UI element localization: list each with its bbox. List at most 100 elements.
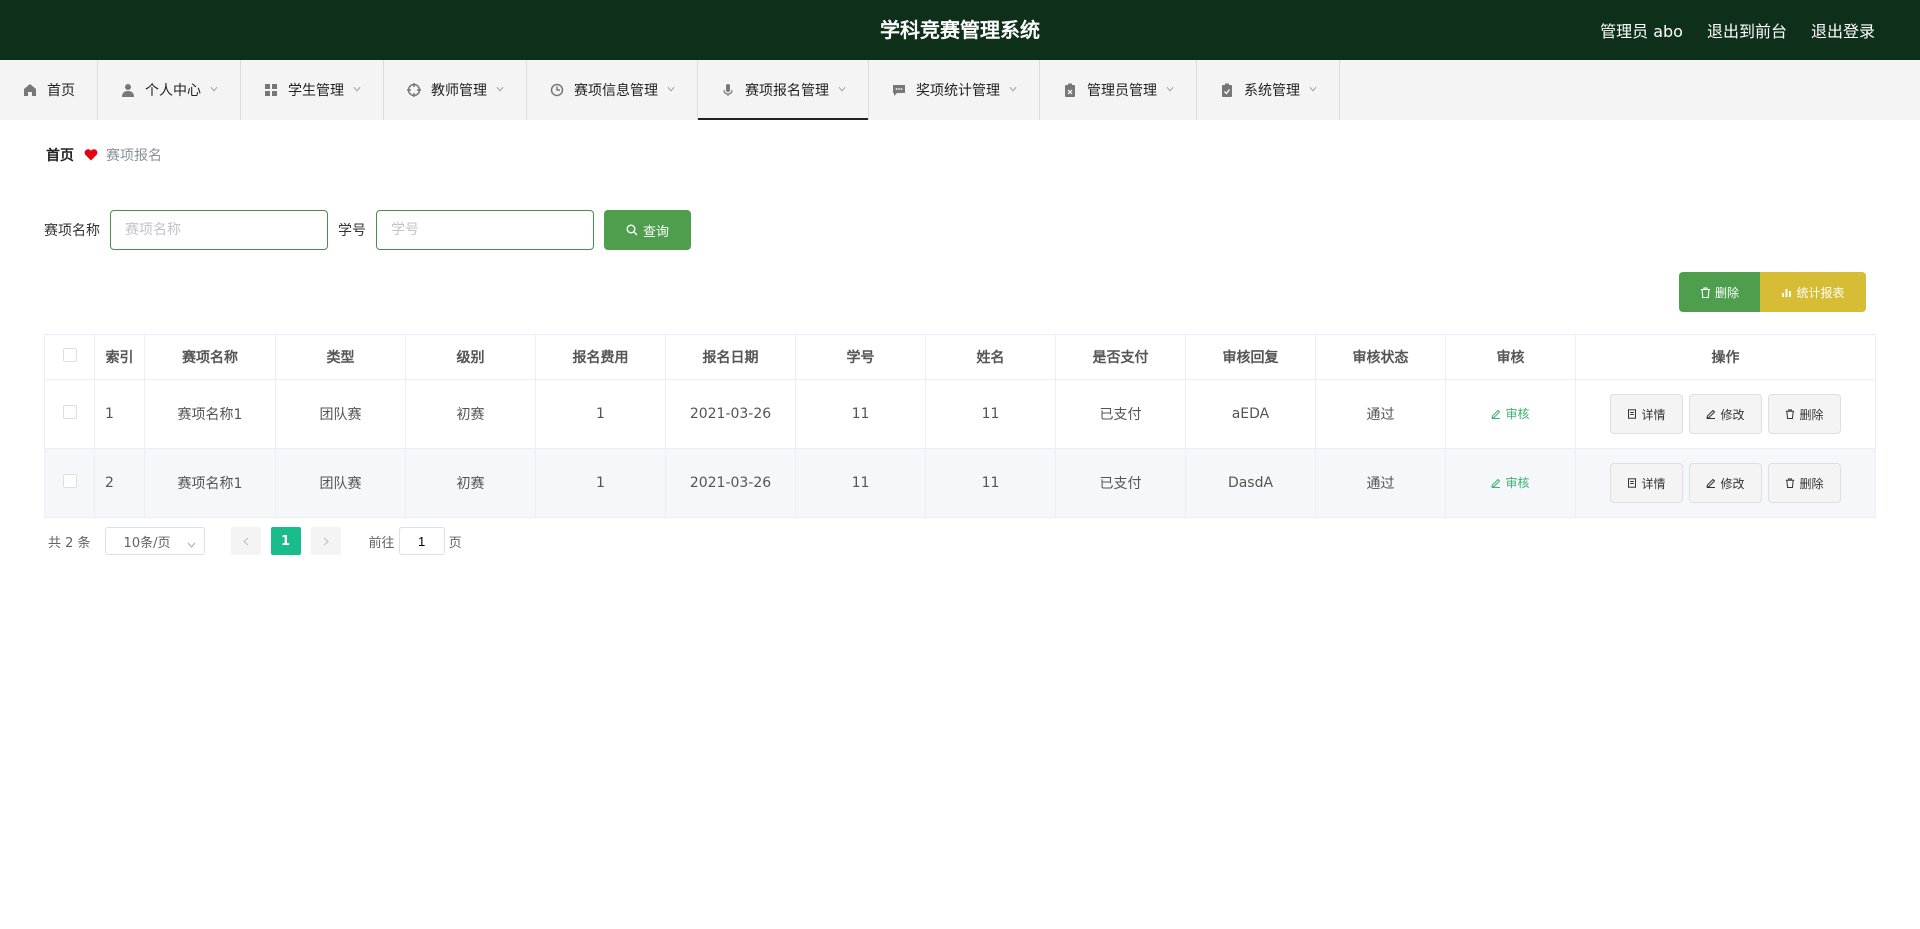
nav-item-label: 系统管理 xyxy=(1244,83,1300,99)
breadcrumb-home[interactable]: 首页 xyxy=(46,145,74,165)
column-header: 审核 xyxy=(1445,334,1576,380)
clock-icon xyxy=(549,82,565,98)
cell-type: 团队赛 xyxy=(275,379,406,449)
logout-link[interactable]: 退出登录 xyxy=(1811,18,1875,42)
delete-button[interactable]: 删除 xyxy=(1768,394,1841,434)
row-select-cell xyxy=(44,379,95,449)
nav-item-student-mgmt[interactable]: 学生管理 xyxy=(241,60,384,120)
delete-button[interactable]: 删除 xyxy=(1768,463,1841,503)
nav-item-label: 赛项报名管理 xyxy=(745,83,829,99)
detail-button-label: 详情 xyxy=(1641,407,1666,422)
cell-date: 2021-03-26 xyxy=(665,448,796,518)
trash-icon xyxy=(1786,409,1795,419)
heart-icon xyxy=(84,149,98,161)
nav-item-competition-info[interactable]: 赛项信息管理 xyxy=(527,60,698,120)
cell-index: 1 xyxy=(94,379,145,449)
nav-item-system-mgmt[interactable]: 系统管理 xyxy=(1197,60,1340,120)
cell-fee: 1 xyxy=(535,379,666,449)
audit-link[interactable]: 审核 xyxy=(1491,474,1530,491)
document-icon xyxy=(1628,478,1637,488)
breadcrumb-current: 赛项报名 xyxy=(106,148,162,164)
column-header: 是否支付 xyxy=(1055,334,1186,380)
bar-chart-icon xyxy=(1782,288,1792,297)
column-header: 报名日期 xyxy=(665,334,796,380)
clipboard-check-icon xyxy=(1219,82,1235,98)
chevron-down-icon xyxy=(838,86,846,94)
column-header: 学号 xyxy=(795,334,926,380)
nav-item-teacher-mgmt[interactable]: 教师管理 xyxy=(384,60,527,120)
nav-item-home[interactable]: 首页 xyxy=(0,60,98,120)
cell-date: 2021-03-26 xyxy=(665,379,796,449)
nav-item-award-stats[interactable]: 奖项统计管理 xyxy=(869,60,1040,120)
nav-item-label: 奖项统计管理 xyxy=(916,83,1000,99)
cell-fee: 1 xyxy=(535,448,666,518)
nav-item-label: 学生管理 xyxy=(288,83,344,99)
admin-user-link[interactable]: 管理员 abo xyxy=(1600,18,1683,42)
cell-student-name: 11 xyxy=(925,379,1056,449)
pagination-total: 共 2 条 xyxy=(48,535,91,551)
edit-button-label: 修改 xyxy=(1720,476,1745,491)
cell-audit-status: 通过 xyxy=(1315,448,1446,518)
nav-item-registration-mgmt[interactable]: 赛项报名管理 xyxy=(698,60,869,120)
target-icon xyxy=(406,82,422,98)
cell-actions: 详情 修改 删除 xyxy=(1575,379,1876,449)
cell-audit: 审核 xyxy=(1445,379,1576,449)
batch-delete-button[interactable]: 删除 xyxy=(1679,272,1760,312)
cell-level: 初赛 xyxy=(405,448,536,518)
page-size-value: 10条/页 xyxy=(123,535,171,551)
chevron-down-icon xyxy=(1009,86,1017,94)
nav-item-admin-mgmt[interactable]: 管理员管理 xyxy=(1040,60,1197,120)
column-header: 报名费用 xyxy=(535,334,666,380)
chevron-down-icon xyxy=(667,86,675,94)
audit-link-label: 审核 xyxy=(1505,407,1530,422)
user-icon xyxy=(120,82,136,98)
cell-paid: 已支付 xyxy=(1055,448,1186,518)
cell-type: 团队赛 xyxy=(275,448,406,518)
audit-link[interactable]: 审核 xyxy=(1491,405,1530,422)
cell-student-id: 11 xyxy=(795,379,926,449)
chevron-down-icon xyxy=(1309,86,1317,94)
home-icon xyxy=(22,82,38,98)
prev-page-button[interactable] xyxy=(230,527,261,555)
nav-item-label: 赛项信息管理 xyxy=(574,83,658,99)
cell-audit-reply: DasdA xyxy=(1185,448,1316,518)
top-header: 学科竞赛管理系统 管理员 abo 退出到前台 退出登录 xyxy=(0,0,1920,60)
nav-item-label: 教师管理 xyxy=(431,83,487,99)
edit-icon xyxy=(1491,409,1501,419)
edit-icon xyxy=(1706,478,1716,488)
stats-report-label: 统计报表 xyxy=(1796,285,1845,300)
cell-actions: 详情 修改 删除 xyxy=(1575,448,1876,518)
edit-button-label: 修改 xyxy=(1720,407,1745,422)
nav-item-label: 管理员管理 xyxy=(1087,83,1157,99)
select-all-checkbox[interactable] xyxy=(62,348,77,362)
page-size-select[interactable]: 10条/页 xyxy=(104,527,205,555)
next-page-button[interactable] xyxy=(310,527,341,555)
grid-icon xyxy=(263,82,279,98)
row-checkbox[interactable] xyxy=(62,405,77,419)
nav-item-personal-center[interactable]: 个人中心 xyxy=(98,60,241,120)
competition-name-input[interactable] xyxy=(110,210,328,250)
competition-name-label: 赛项名称 xyxy=(44,223,100,239)
column-header: 赛项名称 xyxy=(144,334,276,380)
detail-button[interactable]: 详情 xyxy=(1610,463,1683,503)
edit-button[interactable]: 修改 xyxy=(1689,463,1762,503)
nav-item-label: 个人中心 xyxy=(145,83,201,99)
page-number-current[interactable]: 1 xyxy=(270,527,301,555)
query-button[interactable]: 查询 xyxy=(604,210,691,250)
mic-icon xyxy=(720,82,736,98)
edit-button[interactable]: 修改 xyxy=(1689,394,1762,434)
stats-report-button[interactable]: 统计报表 xyxy=(1760,272,1866,312)
table-row: 2 赛项名称1 团队赛 初赛 1 2021-03-26 11 11 已支付 Da… xyxy=(44,448,1876,518)
search-icon xyxy=(626,224,638,236)
row-checkbox[interactable] xyxy=(62,474,77,488)
back-to-frontend-link[interactable]: 退出到前台 xyxy=(1707,18,1787,42)
student-id-input[interactable] xyxy=(376,210,594,250)
cell-paid: 已支付 xyxy=(1055,379,1186,449)
cell-index: 2 xyxy=(94,448,145,518)
goto-page-input[interactable] xyxy=(398,527,445,555)
cell-competition-name: 赛项名称1 xyxy=(144,448,276,518)
nav-item-label: 首页 xyxy=(47,83,75,99)
chevron-down-icon xyxy=(1166,86,1174,94)
detail-button[interactable]: 详情 xyxy=(1610,394,1683,434)
trash-icon xyxy=(1700,286,1710,298)
